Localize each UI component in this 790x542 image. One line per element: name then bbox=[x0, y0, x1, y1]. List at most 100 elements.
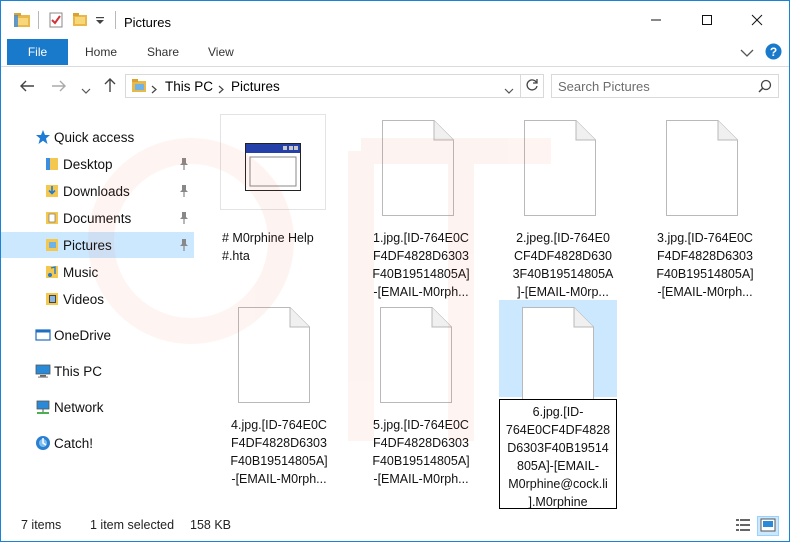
qa-separator bbox=[38, 11, 39, 29]
search-box[interactable] bbox=[551, 74, 779, 98]
sidebar-item-label: Catch! bbox=[54, 435, 94, 451]
navigation-bar: This PC Pictures bbox=[1, 67, 789, 105]
sidebar-item-downloads[interactable]: Downloads bbox=[1, 178, 194, 204]
large-icons-view-icon bbox=[760, 518, 776, 535]
file-name: # M0rphine Help #.hta bbox=[222, 231, 314, 263]
help-icon[interactable]: ? bbox=[765, 43, 782, 63]
item-count: 7 items bbox=[21, 518, 62, 532]
sidebar-item-label: Quick access bbox=[54, 129, 135, 145]
blank-file-icon bbox=[380, 307, 452, 406]
folder-app-icon bbox=[13, 12, 31, 31]
file-item[interactable]: 2.jpeg.[ID-764E0 CF4DF4828D630 3F40B1951… bbox=[502, 113, 624, 299]
breadcrumb-this-pc[interactable]: This PC bbox=[165, 79, 213, 94]
pin-icon[interactable] bbox=[178, 157, 190, 171]
onedrive-icon bbox=[35, 327, 51, 343]
file-item[interactable]: 4.jpg.[ID-764E0C F4DF4828D6303 F40B19514… bbox=[218, 300, 340, 486]
sidebar-item-onedrive[interactable]: OneDrive bbox=[1, 322, 194, 348]
file-thumbnail bbox=[218, 300, 340, 410]
pictures-folder-icon bbox=[44, 237, 60, 253]
address-history-chevron-icon[interactable] bbox=[504, 83, 514, 98]
sidebar-item-music[interactable]: Music bbox=[1, 259, 194, 285]
sidebar-item-videos[interactable]: Videos bbox=[1, 286, 194, 312]
properties-icon[interactable] bbox=[48, 12, 64, 31]
forward-arrow-icon[interactable] bbox=[51, 79, 67, 97]
ribbon-tabs: File Home Share View ? bbox=[1, 39, 789, 67]
pin-icon[interactable] bbox=[178, 211, 190, 225]
file-name: 3.jpg.[ID-764E0C F4DF4828D6303 F40B19514… bbox=[656, 231, 754, 299]
navigation-pane: Quick access Desktop Downloads Documents… bbox=[1, 105, 206, 509]
recent-locations-chevron-icon[interactable] bbox=[81, 82, 91, 99]
sidebar-item-this-pc[interactable]: This PC bbox=[1, 358, 194, 384]
sidebar-item-documents[interactable]: Documents bbox=[1, 205, 194, 231]
sidebar-item-label: Desktop bbox=[63, 156, 113, 172]
explorer-window: Pictures File Home Share View ? This PC … bbox=[0, 0, 790, 542]
sidebar-item-label: Documents bbox=[63, 210, 132, 226]
new-folder-icon[interactable] bbox=[72, 12, 88, 31]
search-input[interactable] bbox=[558, 78, 748, 94]
title-separator bbox=[115, 11, 116, 29]
videos-folder-icon bbox=[44, 291, 60, 307]
sidebar-item-label: Network bbox=[54, 399, 104, 415]
sidebar-item-label: Pictures bbox=[63, 237, 112, 253]
catch-icon bbox=[35, 435, 51, 451]
sidebar-item-label: OneDrive bbox=[54, 327, 112, 343]
search-icon[interactable] bbox=[758, 79, 772, 96]
tab-home[interactable]: Home bbox=[85, 39, 117, 65]
sidebar-item-pictures[interactable]: Pictures bbox=[1, 232, 194, 258]
downloads-folder-icon bbox=[44, 183, 60, 199]
customize-toolbar-dropdown-icon[interactable] bbox=[95, 14, 105, 29]
file-thumbnail bbox=[502, 113, 624, 223]
file-name: 4.jpg.[ID-764E0C F4DF4828D6303 F40B19514… bbox=[230, 418, 328, 486]
file-item[interactable]: 3.jpg.[ID-764E0C F4DF4828D6303 F40B19514… bbox=[644, 113, 766, 299]
file-item[interactable]: 5.jpg.[ID-764E0C F4DF4828D6303 F40B19514… bbox=[360, 300, 482, 486]
tab-view[interactable]: View bbox=[208, 39, 234, 65]
breadcrumb-pictures[interactable]: Pictures bbox=[231, 79, 280, 94]
sidebar-item-label: Music bbox=[63, 264, 99, 280]
address-bar[interactable]: This PC Pictures bbox=[125, 74, 521, 98]
blank-file-icon bbox=[522, 307, 594, 406]
file-thumbnail bbox=[644, 113, 766, 223]
blank-file-icon bbox=[238, 307, 310, 406]
up-arrow-icon[interactable] bbox=[103, 77, 117, 97]
large-icons-view-button[interactable] bbox=[757, 516, 779, 536]
desktop-folder-icon bbox=[44, 156, 60, 172]
expand-ribbon-chevron-icon[interactable] bbox=[740, 46, 754, 61]
sidebar-item-label: Downloads bbox=[63, 183, 130, 199]
selection-size: 158 KB bbox=[190, 518, 232, 532]
pictures-location-icon bbox=[131, 78, 147, 97]
tab-share[interactable]: Share bbox=[147, 39, 179, 65]
refresh-button[interactable] bbox=[520, 74, 544, 98]
file-item[interactable]: # M0rphine Help #.hta bbox=[218, 113, 340, 293]
sidebar-item-quick-access[interactable]: Quick access bbox=[1, 124, 194, 150]
refresh-icon bbox=[525, 78, 539, 95]
file-thumbnail bbox=[360, 113, 482, 223]
details-view-icon bbox=[735, 518, 751, 535]
sidebar-item-network[interactable]: Network bbox=[1, 394, 194, 420]
close-button[interactable] bbox=[734, 1, 780, 39]
music-folder-icon bbox=[44, 264, 60, 280]
file-name-edit-box[interactable]: 6.jpg.[ID- 764E0CF4DF4828 D6303F40B19514… bbox=[499, 399, 617, 509]
back-arrow-icon[interactable] bbox=[19, 79, 35, 97]
file-name: 5.jpg.[ID-764E0C F4DF4828D6303 F40B19514… bbox=[372, 418, 470, 486]
details-view-button[interactable] bbox=[732, 516, 754, 536]
network-icon bbox=[35, 399, 51, 415]
file-item[interactable]: 1.jpg.[ID-764E0C F4DF4828D6303 F40B19514… bbox=[360, 113, 482, 299]
minimize-button[interactable] bbox=[633, 1, 679, 39]
sidebar-item-catch[interactable]: Catch! bbox=[1, 430, 194, 456]
file-name: 2.jpeg.[ID-764E0 CF4DF4828D630 3F40B1951… bbox=[512, 231, 614, 299]
tab-file[interactable]: File bbox=[7, 39, 68, 65]
sidebar-item-desktop[interactable]: Desktop bbox=[1, 151, 194, 177]
selection-status: 1 item selected bbox=[90, 518, 175, 532]
pin-icon[interactable] bbox=[178, 238, 190, 252]
maximize-button[interactable] bbox=[684, 1, 730, 39]
sidebar-item-label: This PC bbox=[54, 363, 103, 379]
pin-icon[interactable] bbox=[178, 184, 190, 198]
blank-file-icon bbox=[382, 120, 454, 219]
breadcrumb-separator-icon bbox=[218, 82, 224, 97]
hta-window-icon bbox=[245, 143, 301, 194]
this-pc-icon bbox=[35, 363, 51, 379]
documents-folder-icon bbox=[44, 210, 60, 226]
sidebar-item-label: Videos bbox=[63, 291, 105, 307]
blank-file-icon bbox=[524, 120, 596, 219]
file-name: 1.jpg.[ID-764E0C F4DF4828D6303 F40B19514… bbox=[372, 231, 470, 299]
